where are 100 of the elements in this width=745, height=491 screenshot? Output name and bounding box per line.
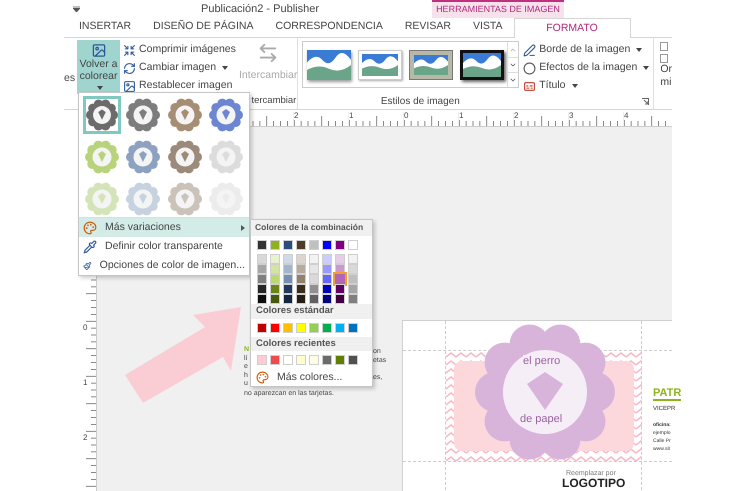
color-swatch[interactable]	[257, 294, 267, 304]
color-swatch[interactable]	[309, 254, 319, 264]
menu-item[interactable]: Más colores...	[251, 369, 372, 386]
ribbon-button[interactable]: Título	[523, 78, 650, 94]
color-swatch[interactable]	[322, 254, 332, 264]
color-swatch[interactable]	[322, 355, 332, 366]
dialog-launcher-icon[interactable]	[642, 98, 650, 105]
recolor-preset[interactable]	[206, 138, 245, 176]
color-swatch[interactable]	[348, 264, 358, 274]
color-swatch[interactable]	[335, 322, 345, 333]
color-swatch[interactable]	[257, 322, 267, 333]
recolor-preset[interactable]	[83, 180, 121, 218]
color-swatch[interactable]	[270, 274, 280, 284]
ribbon-button[interactable]: Cambiar imagen	[123, 60, 236, 76]
color-swatch[interactable]	[283, 254, 293, 264]
recolor-button[interactable]: Volver a colorear	[77, 40, 120, 94]
ribbon-button[interactable]: Comprimir imágenes	[123, 42, 236, 58]
ribbon-tab[interactable]: FORMATO	[514, 18, 631, 38]
color-swatch[interactable]	[322, 264, 332, 274]
color-swatch[interactable]	[257, 240, 267, 250]
color-swatch[interactable]	[296, 240, 306, 250]
color-swatch[interactable]	[283, 284, 293, 294]
recolor-preset[interactable]	[206, 180, 245, 218]
color-swatch[interactable]	[309, 284, 319, 294]
color-swatch[interactable]	[335, 355, 345, 366]
picture-style-thumbnail[interactable]	[306, 50, 351, 80]
color-swatch[interactable]	[270, 254, 280, 264]
color-swatch[interactable]	[257, 264, 267, 274]
color-swatch[interactable]	[296, 254, 306, 264]
shrink-arrows-icon	[123, 44, 136, 56]
color-swatch[interactable]	[322, 240, 332, 250]
color-swatch[interactable]	[283, 264, 293, 274]
color-swatch[interactable]	[322, 322, 332, 333]
ribbon-tab[interactable]: DISEÑO DE PÁGINA	[142, 17, 264, 37]
color-swatch[interactable]	[335, 254, 345, 264]
color-swatch[interactable]	[348, 322, 358, 333]
color-swatch[interactable]	[296, 264, 306, 274]
color-swatch[interactable]	[348, 274, 358, 284]
color-swatch[interactable]	[348, 254, 358, 264]
ribbon-tab[interactable]: INSERTAR	[68, 17, 142, 37]
color-swatch[interactable]	[283, 240, 293, 250]
color-swatch[interactable]	[322, 294, 332, 304]
recolor-preset[interactable]	[166, 96, 204, 134]
color-swatch[interactable]	[296, 284, 306, 294]
color-swatch[interactable]	[296, 355, 306, 366]
color-swatch[interactable]	[296, 294, 306, 304]
color-swatch[interactable]	[309, 355, 319, 366]
menu-item[interactable]: Más variaciones	[79, 218, 249, 237]
color-swatch[interactable]	[322, 274, 332, 284]
color-swatch[interactable]	[257, 254, 267, 264]
color-swatch[interactable]	[309, 274, 319, 284]
ribbon-tab[interactable]: CORRESPONDENCIA	[264, 17, 394, 37]
color-swatch[interactable]	[270, 264, 280, 274]
color-swatch[interactable]	[270, 355, 280, 366]
recolor-preset[interactable]	[124, 96, 162, 134]
ribbon-tab[interactable]: REVISAR	[394, 17, 462, 37]
color-swatch[interactable]	[296, 322, 306, 333]
color-swatch[interactable]	[309, 240, 319, 250]
color-swatch[interactable]	[335, 240, 345, 250]
color-swatch[interactable]	[322, 284, 332, 294]
color-swatch[interactable]	[257, 284, 267, 294]
ribbon-button[interactable]: Efectos de la imagen	[523, 60, 650, 76]
recolor-preset[interactable]	[166, 180, 204, 218]
color-swatch[interactable]	[309, 294, 319, 304]
recolor-preset[interactable]	[83, 96, 121, 134]
color-swatch[interactable]	[270, 240, 280, 250]
color-swatch[interactable]	[257, 355, 267, 366]
color-swatch[interactable]	[270, 294, 280, 304]
color-swatch[interactable]	[283, 274, 293, 284]
color-swatch[interactable]	[348, 240, 358, 250]
menu-item[interactable]: Opciones de color de imagen...	[79, 256, 249, 275]
color-swatch[interactable]	[257, 274, 267, 284]
color-swatch[interactable]	[296, 274, 306, 284]
color-swatch[interactable]	[270, 322, 280, 333]
color-swatch[interactable]	[348, 355, 358, 366]
color-swatch[interactable]	[309, 322, 319, 333]
color-swatch[interactable]	[348, 294, 358, 304]
picture-style-thumbnail[interactable]	[460, 50, 504, 80]
recolor-preset[interactable]	[124, 138, 162, 176]
picture-style-thumbnail[interactable]	[358, 50, 402, 80]
recolor-preset[interactable]	[83, 138, 121, 176]
ribbon-tab[interactable]: VISTA	[462, 17, 514, 37]
recolor-preset[interactable]	[124, 180, 162, 218]
color-swatch[interactable]	[283, 322, 293, 333]
color-swatch[interactable]	[335, 284, 345, 294]
color-swatch[interactable]	[348, 284, 358, 294]
recolor-preset[interactable]	[206, 96, 245, 134]
color-swatch[interactable]	[335, 294, 345, 304]
recolor-preset[interactable]	[166, 138, 204, 176]
color-swatch[interactable]	[270, 284, 280, 294]
quick-access-caret-icon[interactable]	[72, 6, 80, 12]
ribbon-button[interactable]: Borde de la imagen	[523, 42, 650, 58]
color-swatch[interactable]	[335, 274, 345, 284]
color-swatch[interactable]	[283, 355, 293, 366]
flower-logo-thumbnail	[168, 182, 202, 216]
menu-item[interactable]: Definir color transparente	[79, 237, 249, 256]
color-swatch[interactable]	[283, 294, 293, 304]
ribbon-button[interactable]: Restablecer imagen	[123, 78, 236, 94]
picture-style-thumbnail[interactable]	[408, 50, 453, 80]
color-swatch[interactable]	[309, 264, 319, 274]
